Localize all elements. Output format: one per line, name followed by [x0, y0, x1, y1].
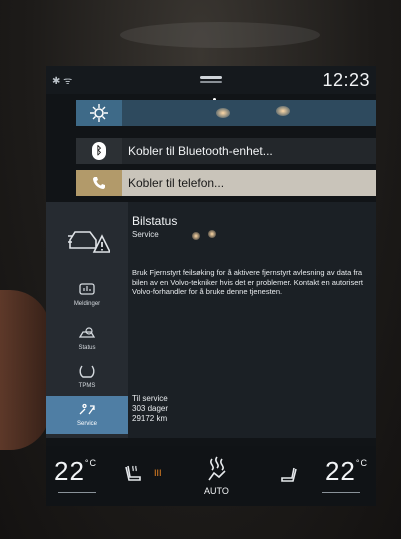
- light-reflection: [216, 108, 230, 118]
- right-temp-indicator: [322, 492, 360, 493]
- service-due-km: 29172 km: [132, 414, 168, 423]
- app-sidebar: Meldinger Status TPMS Service: [46, 202, 128, 438]
- infotainment-screen: ✱ ᯤ 12:23 ᛒ Kobler til Bluetooth-enhet..…: [46, 66, 376, 506]
- status-bar: ✱ ᯤ 12:23: [46, 66, 376, 101]
- climate-auto-label[interactable]: AUTO: [204, 486, 229, 496]
- tpms-icon: [79, 365, 95, 380]
- camera-notification-row[interactable]: [76, 100, 376, 126]
- sidebar-item-service[interactable]: Service: [46, 396, 128, 434]
- fan-icon[interactable]: [206, 456, 228, 487]
- light-reflection: [192, 232, 200, 240]
- climate-bar: 22°C III AUTO 22°C: [46, 446, 376, 506]
- status-icon: [78, 327, 96, 342]
- pull-down-handle-line: [200, 81, 222, 83]
- phone-notification-row[interactable]: Kobler til telefon...: [76, 170, 376, 196]
- car-warning-icon: [66, 222, 112, 256]
- page-title: Bilstatus: [132, 214, 178, 228]
- sidebar-item-messages[interactable]: Meldinger: [46, 276, 128, 314]
- service-icon: [78, 403, 96, 418]
- light-reflection: [276, 106, 290, 116]
- sidebar-item-tpms[interactable]: TPMS: [46, 358, 128, 396]
- right-temperature[interactable]: 22°C: [325, 456, 368, 487]
- page-subtitle: Service: [132, 230, 159, 239]
- sidebar-item-label: TPMS: [78, 383, 96, 389]
- pull-down-handle[interactable]: [200, 76, 222, 79]
- sidebar-item-label: Service: [76, 421, 97, 427]
- service-due-days: 303 dager: [132, 404, 169, 413]
- car-status-app: Meldinger Status TPMS Service Bilstatus …: [46, 202, 376, 438]
- left-temperature[interactable]: 22°C: [54, 456, 97, 487]
- seat-heat-level: III: [154, 468, 162, 478]
- connectivity-icons: ✱ ᯤ: [52, 76, 73, 87]
- service-description: Bruk Fjernstyrt feilsøking for å aktiver…: [132, 268, 363, 296]
- bezel-glare: [120, 22, 320, 48]
- sidebar-item-label: Meldinger: [73, 301, 101, 307]
- bluetooth-icon: ᛒ: [76, 138, 122, 164]
- hand-reflection: [0, 290, 50, 450]
- messages-icon: [79, 283, 95, 298]
- sidebar-item-status[interactable]: Status: [46, 320, 128, 358]
- clock: 12:23: [322, 70, 370, 90]
- left-seat-heat-icon[interactable]: [124, 464, 144, 489]
- phone-icon: [76, 170, 122, 196]
- service-content: Bilstatus Service Bruk Fjernstyrt feilsø…: [132, 202, 372, 438]
- bluetooth-status-label: Kobler til Bluetooth-enhet...: [128, 144, 273, 158]
- left-temp-indicator: [58, 492, 96, 493]
- bluetooth-notification-row[interactable]: ᛒ Kobler til Bluetooth-enhet...: [76, 138, 376, 164]
- service-due-label: Til service: [132, 394, 168, 403]
- camera-icon: [76, 100, 122, 126]
- right-seat-icon[interactable]: [278, 466, 298, 489]
- sidebar-item-label: Status: [78, 345, 96, 351]
- light-reflection: [208, 230, 216, 238]
- phone-status-label: Kobler til telefon...: [128, 176, 225, 190]
